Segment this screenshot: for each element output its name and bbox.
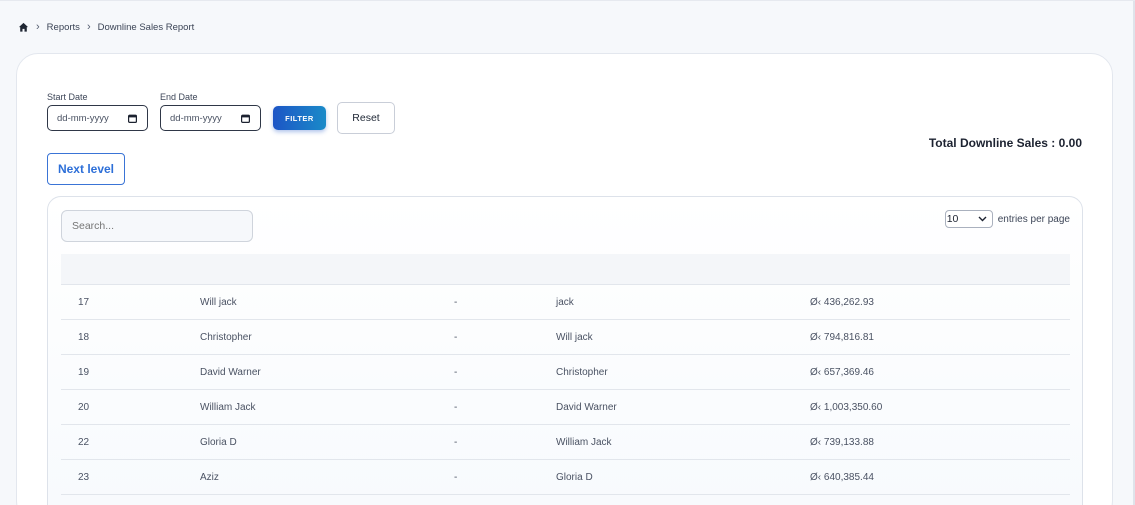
calendar-icon[interactable] <box>128 114 137 123</box>
reset-button[interactable]: Reset <box>337 102 395 134</box>
table-row: 19 David Warner - Christopher Ø‹ 657,369… <box>61 355 1070 390</box>
cell-dash: - <box>454 472 458 483</box>
cell-parent: jack <box>556 297 574 308</box>
cell-name: Christopher <box>200 332 252 343</box>
end-date-group: End Date dd-mm-yyyy <box>160 92 261 131</box>
cell-id: 19 <box>78 367 90 378</box>
table-row: 23 Aziz - Gloria D Ø‹ 640,385.44 <box>61 460 1070 495</box>
cell-amount: Ø‹ 1,003,350.60 <box>810 402 883 413</box>
cell-parent: William Jack <box>556 437 612 448</box>
cell-dash: - <box>454 402 458 413</box>
cell-name: Aziz <box>200 472 219 483</box>
cell-id: 23 <box>78 472 90 483</box>
cell-name: Gloria D <box>200 437 237 448</box>
table-panel: 10 entries per page 17 Will jack - jack … <box>47 196 1083 505</box>
total-downline-sales: Total Downline Sales : 0.00 <box>928 136 1082 150</box>
cell-parent: Christopher <box>556 367 608 378</box>
report-card: Start Date dd-mm-yyyy End Date dd-mm-yyy… <box>16 53 1113 505</box>
home-icon[interactable] <box>18 22 29 33</box>
end-date-label: End Date <box>160 92 198 102</box>
cell-name: Will jack <box>200 297 237 308</box>
cell-dash: - <box>454 332 458 343</box>
table-header <box>61 254 1070 285</box>
cell-amount: Ø‹ 436,262.93 <box>810 297 874 308</box>
cell-amount: Ø‹ 657,369.46 <box>810 367 874 378</box>
cell-amount: Ø‹ 739,133.88 <box>810 437 874 448</box>
cell-dash: - <box>454 367 458 378</box>
start-date-placeholder: dd-mm-yyyy <box>57 112 109 124</box>
cell-parent: Will jack <box>556 332 593 343</box>
table-row: 20 William Jack - David Warner Ø‹ 1,003,… <box>61 390 1070 425</box>
start-date-label: Start Date <box>47 92 88 102</box>
cell-dash: - <box>454 297 458 308</box>
cell-id: 18 <box>78 332 90 343</box>
chevron-down-icon <box>978 216 987 222</box>
chevron-right-icon: › <box>86 21 91 33</box>
end-date-placeholder: dd-mm-yyyy <box>170 112 222 124</box>
cell-id: 20 <box>78 402 90 413</box>
calendar-icon[interactable] <box>241 114 250 123</box>
cell-amount: Ø‹ 640,385.44 <box>810 472 874 483</box>
cell-amount: Ø‹ 794,816.81 <box>810 332 874 343</box>
entries-value: 10 <box>946 213 959 225</box>
cell-id: 22 <box>78 437 90 448</box>
table-row: 18 Christopher - Will jack Ø‹ 794,816.81 <box>61 320 1070 355</box>
table-body: 17 Will jack - jack Ø‹ 436,262.93 18 Chr… <box>61 285 1070 495</box>
table-row: 22 Gloria D - William Jack Ø‹ 739,133.88 <box>61 425 1070 460</box>
next-level-button[interactable]: Next level <box>47 153 125 185</box>
cell-id: 17 <box>78 297 90 308</box>
breadcrumb-current: Downline Sales Report <box>97 21 195 33</box>
table-row: 17 Will jack - jack Ø‹ 436,262.93 <box>61 285 1070 320</box>
breadcrumb-reports[interactable]: Reports <box>47 22 80 33</box>
cell-name: David Warner <box>200 367 261 378</box>
entries-label: entries per page <box>997 213 1070 225</box>
cell-parent: Gloria D <box>556 472 593 483</box>
chevron-right-icon: › <box>36 21 40 33</box>
end-date-input[interactable]: dd-mm-yyyy <box>160 105 261 131</box>
search-input[interactable] <box>61 210 253 242</box>
start-date-input[interactable]: dd-mm-yyyy <box>47 105 148 131</box>
entries-per-page: 10 entries per page <box>944 210 1070 228</box>
filter-button[interactable]: FILTER <box>273 106 326 130</box>
start-date-group: Start Date dd-mm-yyyy <box>47 92 148 131</box>
cell-name: William Jack <box>200 402 256 413</box>
cell-dash: - <box>454 437 458 448</box>
breadcrumb: › Reports › Downline Sales Report <box>18 21 194 33</box>
cell-parent: David Warner <box>556 402 617 413</box>
entries-select[interactable]: 10 <box>944 210 993 228</box>
